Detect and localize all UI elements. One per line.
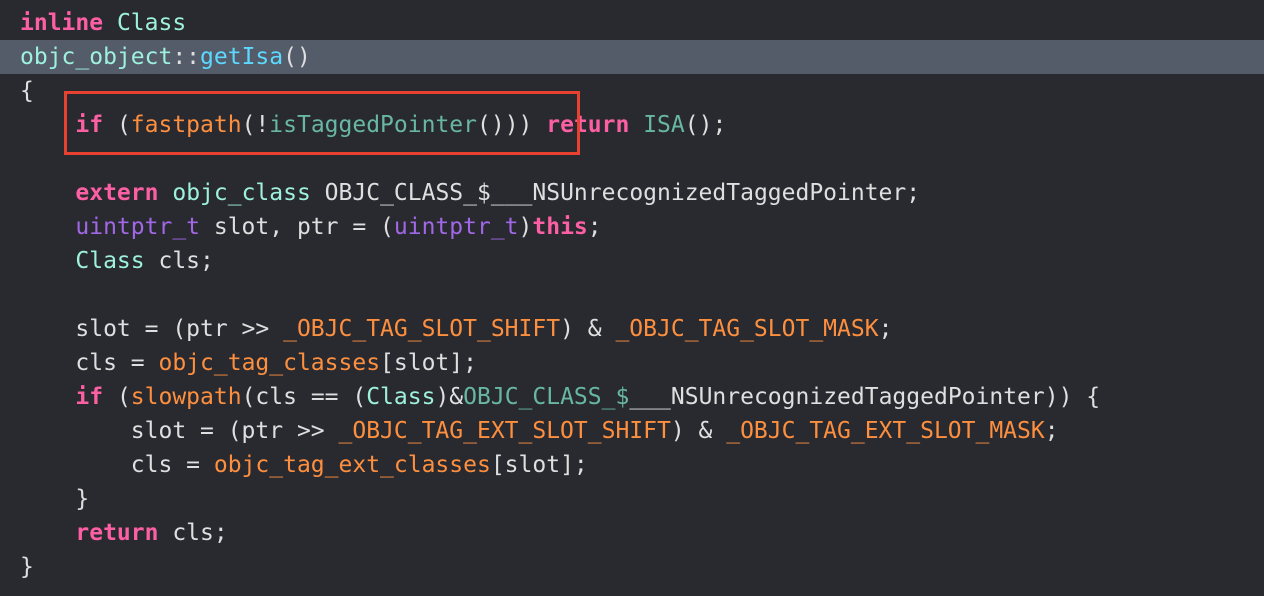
function-isa: ISA: [643, 112, 685, 138]
type-objc-class: objc_class: [172, 180, 311, 206]
code-line-16: return cls;: [75, 520, 228, 546]
code-line-1: inline Class: [0, 6, 1264, 40]
macro-tag-ext-slot-mask: _OBJC_TAG_EXT_SLOT_MASK: [726, 418, 1045, 444]
keyword-this: this: [532, 214, 588, 240]
function-getisa: getIsa: [200, 44, 284, 70]
var-objc-tag-classes: objc_tag_classes: [158, 350, 381, 376]
code-line-6: extern objc_class OBJC_CLASS_$___NSUnrec…: [75, 180, 921, 206]
code-line-17: }: [20, 554, 34, 580]
macro-slowpath: slowpath: [130, 384, 242, 410]
type-class: Class: [366, 384, 436, 410]
type-class: Class: [75, 248, 145, 274]
keyword-if: if: [75, 384, 104, 410]
type-objc-object: objc_object: [20, 44, 173, 70]
code-line-8: Class cls;: [75, 248, 214, 274]
macro-tag-ext-slot-shift: _OBJC_TAG_EXT_SLOT_SHIFT: [338, 418, 671, 444]
code-line-13: slot = (ptr >> _OBJC_TAG_EXT_SLOT_SHIFT)…: [130, 418, 1059, 444]
var-objc-class: OBJC_CLASS_$: [463, 384, 630, 410]
type-uintptr: uintptr_t: [75, 214, 201, 240]
code-line-10: slot = (ptr >> _OBJC_TAG_SLOT_SHIFT) & _…: [75, 316, 893, 342]
code-line-7: uintptr_t slot, ptr = (uintptr_t)this;: [75, 214, 602, 240]
keyword-extern: extern: [75, 180, 159, 206]
annotation-highlight-box: [64, 91, 580, 155]
type-class: Class: [116, 10, 187, 36]
code-line-2-highlighted: objc_object::getIsa(): [0, 40, 1264, 74]
code-line-12: if (slowpath(cls == (Class)&OBJC_CLASS_$…: [75, 384, 1101, 410]
code-line-11: cls = objc_tag_classes[slot];: [75, 350, 477, 376]
code-line-14: cls = objc_tag_ext_classes[slot];: [130, 452, 588, 478]
code-line-15: }: [75, 486, 90, 512]
macro-tag-slot-mask: _OBJC_TAG_SLOT_MASK: [615, 316, 879, 342]
macro-tag-slot-shift: _OBJC_TAG_SLOT_SHIFT: [283, 316, 561, 342]
var-objc-tag-ext-classes: objc_tag_ext_classes: [213, 452, 491, 478]
code-editor[interactable]: inline Class objc_object::getIsa() { if …: [0, 0, 1264, 596]
keyword-return: return: [75, 520, 159, 546]
type-uintptr-cast: uintptr_t: [393, 214, 519, 240]
keyword-inline: inline: [20, 10, 104, 36]
